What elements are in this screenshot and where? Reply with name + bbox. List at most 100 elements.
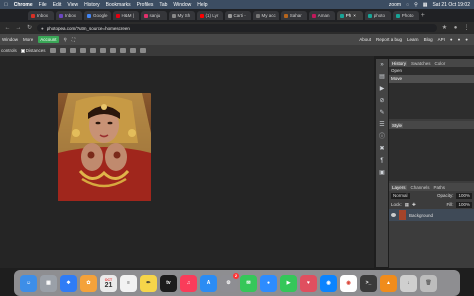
apple-icon[interactable]:  <box>4 2 8 8</box>
tab-photopea-active[interactable]: Ph × <box>336 11 363 20</box>
menu-edit[interactable]: Edit <box>53 2 62 8</box>
tab-style[interactable]: Style <box>391 122 404 128</box>
link-about[interactable]: About <box>359 37 371 42</box>
tab-google[interactable]: Google <box>84 11 111 20</box>
distribute-icon[interactable] <box>109 48 116 53</box>
tab-channels[interactable]: Channels <box>411 185 430 190</box>
clock[interactable]: Sat 21 Oct 19:02 <box>432 2 470 8</box>
menu-window[interactable]: Window <box>173 2 191 8</box>
history-item-open[interactable]: Open <box>389 67 474 75</box>
adjust-icon[interactable]: ☰ <box>378 121 386 129</box>
align-bottom-icon[interactable] <box>99 48 106 53</box>
control-center-icon[interactable]: ▦ <box>423 2 428 8</box>
reminders-icon[interactable]: ≡ <box>120 274 137 292</box>
chrome-icon[interactable]: ◉ <box>340 274 357 292</box>
history-icon[interactable]: ▤ <box>378 73 386 81</box>
profile-icon[interactable]: ● <box>452 25 459 32</box>
menu-file[interactable]: File <box>39 2 47 8</box>
appletv-icon[interactable]: tv <box>160 274 177 292</box>
finder-icon[interactable]: ☺ <box>20 274 37 292</box>
menu-profiles[interactable]: Profiles <box>137 2 154 8</box>
tab-color[interactable]: Color <box>435 61 446 66</box>
tab-aman[interactable]: Aman <box>308 11 335 20</box>
transform-icon[interactable] <box>139 48 146 53</box>
tab-swatches[interactable]: Swatches <box>411 61 431 66</box>
downloads-icon[interactable]: ↓ <box>400 274 417 292</box>
lock-icon[interactable]: ▦ <box>405 202 409 208</box>
menu-more[interactable]: More <box>23 37 33 42</box>
blend-mode-select[interactable]: Normal <box>391 192 410 199</box>
facetime-icon[interactable]: ▶ <box>280 274 297 292</box>
tab-lyr[interactable]: (1) Lyr <box>196 11 223 20</box>
info-icon[interactable]: ⓘ <box>378 133 386 141</box>
text-icon[interactable]: ¶ <box>378 157 386 165</box>
align-middle-icon[interactable] <box>89 48 96 53</box>
align-right-icon[interactable] <box>69 48 76 53</box>
opacity-input[interactable]: 100% <box>456 192 472 199</box>
messages-icon[interactable]: ✉ <box>240 274 257 292</box>
notes-icon[interactable]: ✏ <box>140 274 157 292</box>
fullscreen-icon[interactable]: ⛶ <box>72 37 75 42</box>
search-icon[interactable]: ⚲ <box>414 2 418 8</box>
circle-icon[interactable]: ⊘ <box>378 97 386 105</box>
lock-move-icon[interactable]: ✚ <box>412 202 416 208</box>
app-icon[interactable]: ♥ <box>300 274 317 292</box>
settings-icon[interactable]: ⚙ 2 <box>220 272 239 292</box>
link-learn[interactable]: Learn <box>407 37 419 42</box>
tab-layers[interactable]: Layers <box>391 184 407 190</box>
menu-tab[interactable]: Tab <box>159 2 167 8</box>
music-icon[interactable]: ♫ <box>180 274 197 292</box>
back-icon[interactable]: ← <box>4 25 11 32</box>
align-center-icon[interactable] <box>59 48 66 53</box>
tab-photo-1[interactable]: photo <box>364 11 391 20</box>
reddit-icon[interactable]: ● <box>458 37 461 42</box>
search-icon[interactable]: ⚲ <box>64 37 67 43</box>
menu-history[interactable]: History <box>84 2 100 8</box>
tools-icon[interactable]: ✖ <box>378 145 386 153</box>
zoom-icon[interactable]: ● <box>260 274 277 292</box>
new-tab-icon[interactable]: + <box>421 12 425 19</box>
forward-icon[interactable]: → <box>15 25 22 32</box>
link-api[interactable]: API <box>438 37 445 42</box>
tab-hm[interactable]: H&M | <box>112 11 139 20</box>
align-top-icon[interactable] <box>79 48 86 53</box>
close-icon[interactable]: × <box>353 13 356 18</box>
brush-icon[interactable]: ✎ <box>378 109 386 117</box>
tab-my-acc[interactable]: My acc <box>252 11 279 20</box>
extensions-icon[interactable]: ★ <box>441 25 448 32</box>
menu-chrome[interactable]: Chrome <box>14 2 33 8</box>
align-left-icon[interactable] <box>49 48 56 53</box>
trash-icon[interactable]: 🗑 <box>420 274 437 292</box>
tab-photo-2[interactable]: Photo <box>392 11 419 20</box>
tab-sahar[interactable]: Sahar <box>280 11 307 20</box>
safari-icon[interactable]: ❖ <box>60 274 77 292</box>
photos-icon[interactable]: ✿ <box>80 274 97 292</box>
menu-view[interactable]: View <box>67 2 78 8</box>
link-report-bug[interactable]: Report a bug <box>376 37 402 42</box>
launchpad-icon[interactable]: ▦ <box>40 274 57 292</box>
account-button[interactable]: Account <box>38 36 59 43</box>
zoom-status[interactable]: zoom <box>389 2 401 8</box>
tab-sanju[interactable]: sanju <box>140 11 167 20</box>
canvas-area[interactable] <box>0 56 374 268</box>
reload-icon[interactable]: ↻ <box>26 25 33 32</box>
terminal-icon[interactable]: >_ <box>360 274 377 292</box>
wifi-icon[interactable]: ◌ <box>406 2 409 8</box>
facebook-icon[interactable]: ● <box>465 37 468 42</box>
collapse-icon[interactable]: » <box>378 61 386 69</box>
calendar-icon[interactable]: OCT 21 <box>100 274 117 292</box>
image-icon[interactable]: ▣ <box>378 169 386 177</box>
fill-input[interactable]: 100% <box>456 201 472 208</box>
eye-icon[interactable] <box>391 213 396 217</box>
canvas-image[interactable] <box>58 93 151 201</box>
url-input[interactable]: ● photopea.com/?utm_source=homescreen <box>37 24 437 32</box>
layer-row-background[interactable]: Background <box>389 209 474 221</box>
tab-history[interactable]: History <box>391 60 408 66</box>
more-icon[interactable]: ⋮ <box>463 25 470 32</box>
twitter-icon[interactable]: ● <box>450 37 453 42</box>
vlc-icon[interactable]: ▲ <box>380 274 397 292</box>
arrange-icon[interactable] <box>129 48 136 53</box>
mail-icon[interactable]: ◉ <box>320 274 337 292</box>
distances-checkbox[interactable]: Distances <box>20 48 46 53</box>
tab-my-sh[interactable]: My Sh <box>168 11 195 20</box>
